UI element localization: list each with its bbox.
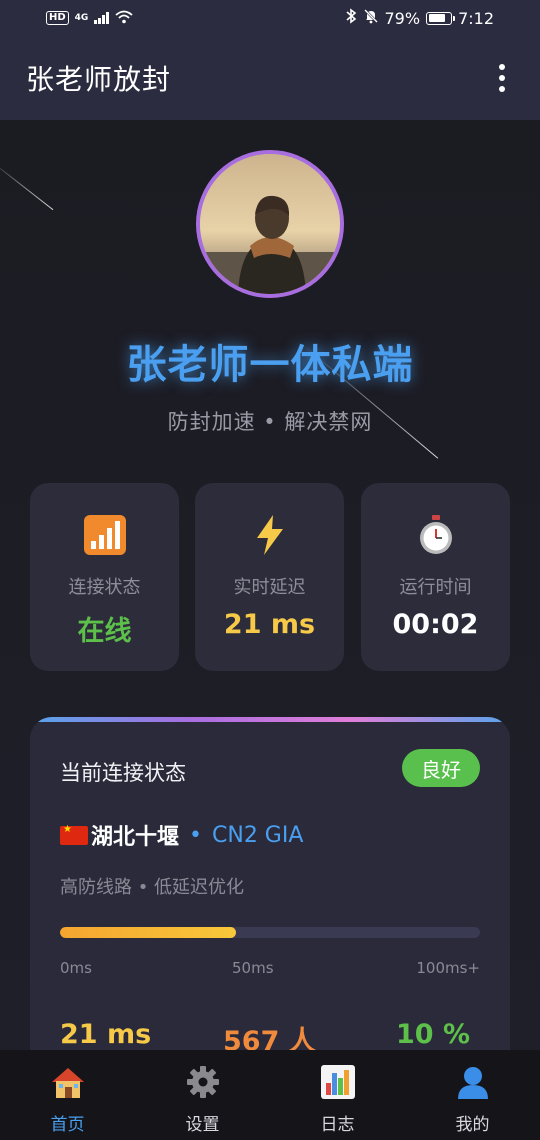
line-type: CN2 GIA — [212, 822, 304, 848]
stat-card-connection: 连接状态 在线 — [30, 483, 179, 671]
nav-item-logs[interactable]: 日志 — [270, 1050, 405, 1140]
battery-icon — [426, 11, 456, 25]
gear-icon — [185, 1064, 221, 1100]
stat-value: 21 ms — [223, 609, 316, 640]
line-description: 高防线路 • 低延迟优化 — [60, 877, 245, 898]
bar-chart-icon — [320, 1064, 356, 1100]
stat-card-uptime: 运行时间 00:02 — [361, 483, 510, 671]
cell-signal-icon — [94, 12, 109, 24]
stat-card-latency: 实时延迟 21 ms — [195, 483, 344, 671]
house-icon — [50, 1064, 86, 1100]
clock: 7:12 — [458, 8, 494, 28]
lightning-icon — [195, 515, 344, 555]
nav-label-home: 首页 — [50, 1115, 85, 1135]
app-bar: 张老师放封 — [0, 36, 540, 120]
status-left: HD 4G — [46, 9, 133, 28]
latency-bar — [60, 927, 480, 938]
avatar — [196, 150, 344, 298]
nav-label-logs: 日志 — [320, 1115, 355, 1135]
location-name: 湖北十堰 — [91, 825, 180, 850]
signal-bars-icon — [30, 515, 179, 555]
scale-label-max: 100ms+ — [416, 959, 480, 977]
location-separator: • — [189, 822, 202, 848]
metric-users: 567 人 — [223, 1026, 316, 1050]
nav-item-profile[interactable]: 我的 — [405, 1050, 540, 1140]
stat-label: 连接状态 — [68, 577, 141, 598]
nav-label-profile: 我的 — [455, 1115, 490, 1135]
battery-level — [428, 14, 446, 22]
user-icon — [455, 1064, 491, 1100]
nav-item-settings[interactable]: 设置 — [135, 1050, 270, 1140]
stat-label: 运行时间 — [399, 577, 472, 598]
latency-bar-fill — [60, 927, 237, 938]
nav-label-settings: 设置 — [185, 1115, 220, 1135]
battery-percent: 79% — [384, 8, 421, 28]
mute-bell-icon — [363, 8, 379, 28]
scale-label-mid: 50ms — [232, 959, 274, 977]
status-bar: HD 4G 79% 7:12 — [0, 0, 540, 36]
hd-icon: HD — [46, 11, 69, 25]
wifi-icon — [115, 9, 133, 28]
scale-label-min: 0ms — [60, 959, 92, 977]
stat-value: 在线 — [77, 616, 132, 647]
status-badge: 良好 — [402, 749, 480, 787]
network-type: 4G — [74, 13, 89, 23]
server-location: 湖北十堰 • CN2 GIA — [60, 819, 303, 851]
hero-title: 张老师一体私端 — [126, 342, 414, 388]
bottom-nav: 首页 设置 日志 我的 — [0, 1050, 540, 1140]
status-right: 79% 7:12 — [345, 8, 494, 28]
hero-subtitle: 防封加速 • 解决禁网 — [167, 410, 373, 434]
stat-label: 实时延迟 — [233, 577, 306, 598]
connection-status-card: 当前连接状态 良好 湖北十堰 • CN2 GIA 高防线路 • 低延迟优化 0m… — [30, 717, 510, 1050]
more-options-icon[interactable] — [490, 58, 514, 98]
connection-card-title: 当前连接状态 — [60, 761, 186, 785]
main-content: 张老师一体私端 防封加速 • 解决禁网 连接状态 在线 实时延迟 21 ms 运… — [0, 120, 540, 1050]
metric-latency: 21 ms — [60, 1019, 152, 1050]
nav-item-home[interactable]: 首页 — [0, 1050, 135, 1140]
stopwatch-icon — [361, 515, 510, 555]
metric-loss: 10 % — [395, 1019, 470, 1050]
card-accent-bar — [30, 717, 510, 722]
app-title: 张老师放封 — [26, 63, 172, 96]
china-flag-icon — [60, 824, 88, 845]
stat-value: 00:02 — [392, 609, 479, 640]
bluetooth-icon — [345, 8, 357, 28]
decorative-streak — [0, 160, 54, 211]
